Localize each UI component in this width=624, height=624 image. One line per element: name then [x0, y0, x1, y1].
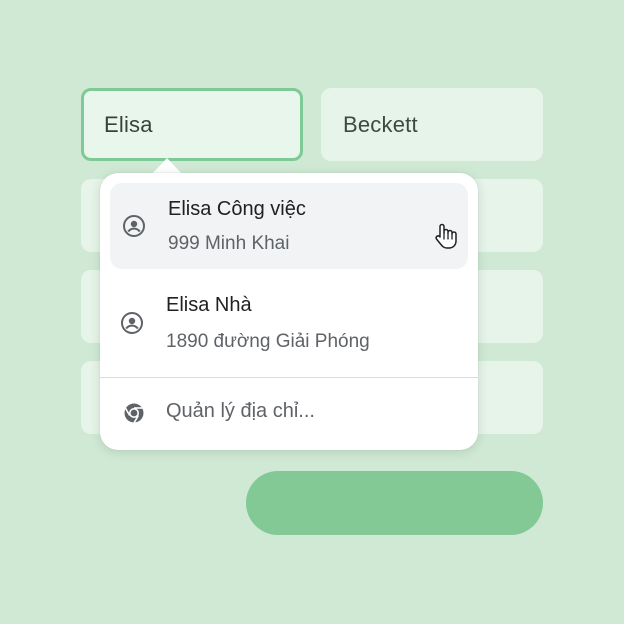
hand-cursor-icon — [435, 223, 457, 249]
first-name-field[interactable]: Elisa — [81, 88, 303, 161]
manage-addresses-label: Quản lý địa chỉ... — [166, 400, 315, 422]
account-circle-icon — [123, 215, 145, 237]
autofill-item-title: Elisa Công việc — [168, 198, 306, 220]
chrome-icon — [124, 403, 144, 424]
autofill-item-title: Elisa Nhà — [166, 294, 252, 316]
last-name-value: Beckett — [343, 111, 418, 137]
manage-addresses-item[interactable]: Quản lý địa chỉ... — [110, 383, 468, 443]
dropdown-pointer — [152, 158, 182, 174]
dropdown-divider — [100, 377, 478, 378]
autofill-item-work[interactable]: Elisa Công việc 999 Minh Khai — [110, 183, 468, 269]
autofill-item-address: 1890 đường Giải Phóng — [166, 331, 370, 352]
autofill-item-home[interactable]: Elisa Nhà 1890 đường Giải Phóng — [110, 277, 468, 367]
autofill-item-address: 999 Minh Khai — [168, 233, 290, 254]
first-name-value: Elisa — [104, 111, 153, 137]
submit-button[interactable] — [246, 471, 543, 535]
autofill-dropdown: Elisa Công việc 999 Minh Khai Elisa Nhà … — [100, 173, 478, 450]
last-name-field[interactable]: Beckett — [321, 88, 543, 161]
account-circle-icon — [121, 312, 143, 334]
